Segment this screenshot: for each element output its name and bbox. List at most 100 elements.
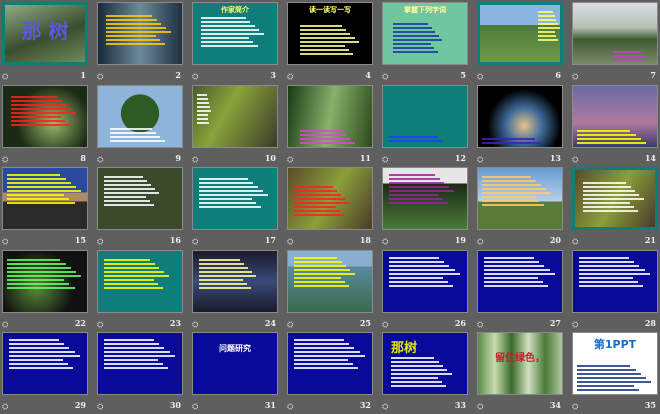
slide-thumbnail[interactable] (477, 249, 563, 313)
slide-transition-icon[interactable]: ⛭ (2, 237, 8, 247)
slide-transition-icon[interactable]: ⛭ (382, 402, 388, 412)
slide-item[interactable]: 掌握下列字词 ⛭ 5 (382, 2, 468, 84)
slide-thumbnail[interactable] (2, 167, 88, 230)
slide-item[interactable]: 那树 ⛭ 33 (382, 332, 468, 414)
slide-thumbnail[interactable] (572, 84, 658, 148)
slide-transition-icon[interactable]: ⛭ (97, 320, 103, 330)
slide-item[interactable]: ⛭ 32 (287, 332, 373, 414)
slide-transition-icon[interactable]: ⛭ (2, 155, 8, 165)
slide-item[interactable]: 第1PPT ⛭ 35 (572, 332, 658, 414)
slide-item[interactable]: 留住绿色， ⛭ 34 (477, 332, 563, 414)
slide-thumbnail[interactable]: 掌握下列字词 (382, 2, 468, 65)
slide-thumbnail[interactable] (382, 167, 468, 230)
slide-item[interactable]: ⛭ 15 (2, 167, 88, 249)
slide-item[interactable]: ⛭ 8 (2, 84, 88, 167)
slide-transition-icon[interactable]: ⛭ (287, 402, 293, 412)
slide-thumbnail[interactable] (97, 249, 183, 313)
slide-transition-icon[interactable]: ⛭ (287, 237, 293, 247)
slide-transition-icon[interactable]: ⛭ (477, 237, 483, 247)
slide-item[interactable]: ⛭ 21 (572, 167, 658, 249)
slide-thumbnail[interactable] (2, 249, 88, 313)
slide-item[interactable]: ⛭ 30 (97, 332, 183, 414)
slide-item[interactable]: ⛭ 9 (97, 84, 183, 167)
slide-thumbnail[interactable] (192, 167, 278, 230)
slide-transition-icon[interactable]: ⛭ (2, 72, 8, 82)
slide-thumbnail[interactable]: 那树 (382, 332, 468, 395)
slide-transition-icon[interactable]: ⛭ (477, 72, 483, 82)
slide-thumbnail[interactable]: 问题研究 (192, 332, 278, 395)
slide-thumbnail[interactable]: 那 树 (2, 2, 88, 65)
slide-thumbnail[interactable] (97, 84, 183, 148)
slide-thumbnail[interactable]: 作家简介 (192, 2, 278, 65)
slide-transition-icon[interactable]: ⛭ (97, 402, 103, 412)
slide-transition-icon[interactable]: ⛭ (97, 237, 103, 247)
slide-thumbnail[interactable] (477, 84, 563, 148)
slide-thumbnail[interactable] (572, 167, 658, 230)
slide-item[interactable]: 读一读写一写 ⛭ 4 (287, 2, 373, 84)
slide-item[interactable]: ⛭ 12 (382, 84, 468, 167)
slide-transition-icon[interactable]: ⛭ (382, 320, 388, 330)
slide-item[interactable]: ⛭ 24 (192, 249, 278, 332)
slide-transition-icon[interactable]: ⛭ (192, 320, 198, 330)
slide-transition-icon[interactable]: ⛭ (572, 237, 578, 247)
slide-item[interactable]: 作家简介 ⛭ 3 (192, 2, 278, 84)
slide-transition-icon[interactable]: ⛭ (97, 155, 103, 165)
slide-transition-icon[interactable]: ⛭ (572, 72, 578, 82)
slide-item[interactable]: ⛭ 29 (2, 332, 88, 414)
slide-thumbnail[interactable]: 留住绿色， (477, 332, 563, 395)
slide-item[interactable]: ⛭ 6 (477, 2, 563, 84)
slide-thumbnail[interactable] (97, 167, 183, 230)
slide-thumbnail[interactable] (477, 167, 563, 230)
slide-thumbnail[interactable] (287, 332, 373, 395)
slide-transition-icon[interactable]: ⛭ (192, 237, 198, 247)
slide-item[interactable]: ⛭ 27 (477, 249, 563, 332)
slide-item[interactable]: ⛭ 18 (287, 167, 373, 249)
slide-item[interactable]: ⛭ 10 (192, 84, 278, 167)
slide-thumbnail[interactable]: 读一读写一写 (287, 2, 373, 65)
slide-transition-icon[interactable]: ⛭ (2, 320, 8, 330)
slide-item[interactable]: ⛭ 25 (287, 249, 373, 332)
slide-item[interactable]: ⛭ 26 (382, 249, 468, 332)
slide-thumbnail[interactable] (287, 84, 373, 148)
slide-transition-icon[interactable]: ⛭ (382, 72, 388, 82)
slide-item[interactable]: ⛭ 2 (97, 2, 183, 84)
slide-thumbnail[interactable] (382, 84, 468, 148)
slide-thumbnail[interactable] (572, 2, 658, 65)
slide-transition-icon[interactable]: ⛭ (572, 402, 578, 412)
slide-thumbnail[interactable] (2, 332, 88, 395)
slide-item[interactable]: ⛭ 13 (477, 84, 563, 167)
slide-thumbnail[interactable] (2, 84, 88, 148)
slide-thumbnail[interactable] (572, 249, 658, 313)
slide-item[interactable]: 那 树 ⛭ 1 (2, 2, 88, 84)
slide-item[interactable]: ⛭ 28 (572, 249, 658, 332)
slide-thumbnail[interactable] (192, 249, 278, 313)
slide-transition-icon[interactable]: ⛭ (192, 402, 198, 412)
slide-transition-icon[interactable]: ⛭ (382, 155, 388, 165)
slide-item[interactable]: ⛭ 14 (572, 84, 658, 167)
slide-item[interactable]: ⛭ 22 (2, 249, 88, 332)
slide-thumbnail[interactable] (382, 249, 468, 313)
slide-thumbnail[interactable] (97, 2, 183, 65)
slide-item[interactable]: ⛭ 20 (477, 167, 563, 249)
slide-item[interactable]: ⛭ 23 (97, 249, 183, 332)
slide-transition-icon[interactable]: ⛭ (192, 155, 198, 165)
slide-item[interactable]: ⛭ 16 (97, 167, 183, 249)
slide-item[interactable]: 问题研究 ⛭ 31 (192, 332, 278, 414)
slide-thumbnail[interactable] (287, 249, 373, 313)
slide-thumbnail[interactable]: 第1PPT (572, 332, 658, 395)
slide-thumbnail[interactable] (477, 2, 563, 65)
slide-transition-icon[interactable]: ⛭ (2, 402, 8, 412)
slide-transition-icon[interactable]: ⛭ (572, 155, 578, 165)
slide-thumbnail[interactable] (97, 332, 183, 395)
slide-transition-icon[interactable]: ⛭ (382, 237, 388, 247)
slide-transition-icon[interactable]: ⛭ (287, 320, 293, 330)
slide-item[interactable]: ⛭ 19 (382, 167, 468, 249)
slide-thumbnail[interactable] (287, 167, 373, 230)
slide-item[interactable]: ⛭ 7 (572, 2, 658, 84)
slide-transition-icon[interactable]: ⛭ (572, 320, 578, 330)
slide-item[interactable]: ⛭ 17 (192, 167, 278, 249)
slide-transition-icon[interactable]: ⛭ (477, 320, 483, 330)
slide-transition-icon[interactable]: ⛭ (477, 155, 483, 165)
slide-transition-icon[interactable]: ⛭ (97, 72, 103, 82)
slide-item[interactable]: ⛭ 11 (287, 84, 373, 167)
